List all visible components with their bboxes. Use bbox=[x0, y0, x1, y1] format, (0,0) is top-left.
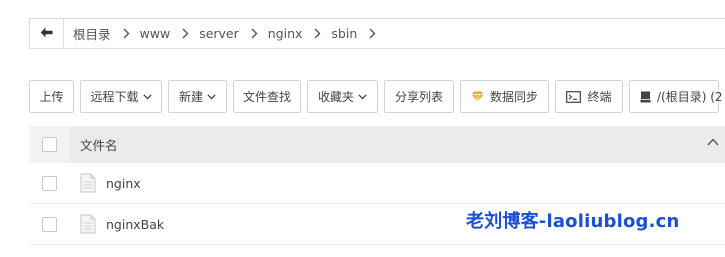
favorites-label: 收藏夹 bbox=[317, 90, 354, 104]
terminal-label: 终端 bbox=[587, 90, 612, 104]
file-search-label: 文件查找 bbox=[242, 90, 291, 104]
chevron-down-icon bbox=[207, 93, 216, 100]
toolbar: 上传 远程下载 新建 文件查找 收藏夹 分享列表 数据同步 终端 /(根目录) … bbox=[29, 80, 723, 113]
row-checkbox[interactable] bbox=[42, 216, 57, 232]
upload-button[interactable]: 上传 bbox=[29, 80, 74, 113]
chevron-right-icon bbox=[251, 28, 258, 39]
favorites-button[interactable]: 收藏夹 bbox=[307, 80, 378, 113]
breadcrumb-label: www bbox=[139, 26, 171, 41]
row-checkbox[interactable] bbox=[42, 175, 57, 191]
terminal-button[interactable]: 终端 bbox=[555, 80, 623, 113]
chevron-right-icon bbox=[123, 28, 130, 39]
chevron-up-icon[interactable] bbox=[707, 138, 719, 146]
chevron-right-icon bbox=[369, 28, 376, 39]
chevron-right-icon bbox=[314, 28, 321, 39]
breadcrumb-label: nginx bbox=[267, 26, 303, 41]
disk-label: /(根目录) (2 bbox=[657, 90, 723, 104]
table-row[interactable]: nginx bbox=[29, 163, 725, 204]
breadcrumb-bar: 根目录 www server nginx sbin bbox=[29, 18, 725, 49]
share-list-label: 分享列表 bbox=[394, 90, 443, 104]
select-all-cell bbox=[29, 126, 70, 163]
breadcrumb-item-root[interactable]: 根目录 bbox=[73, 24, 140, 43]
share-list-button[interactable]: 分享列表 bbox=[384, 80, 454, 113]
chevron-right-icon bbox=[182, 28, 189, 39]
breadcrumb-label: sbin bbox=[331, 26, 358, 41]
breadcrumb-item-sbin[interactable]: sbin bbox=[331, 26, 386, 41]
column-header-name[interactable]: 文件名 bbox=[70, 135, 118, 154]
new-button[interactable]: 新建 bbox=[168, 80, 227, 113]
row-checkbox-cell bbox=[29, 163, 70, 203]
data-sync-button[interactable]: 数据同步 bbox=[460, 80, 549, 113]
select-all-checkbox[interactable] bbox=[42, 137, 57, 152]
file-name[interactable]: nginxBak bbox=[106, 217, 164, 232]
breadcrumb-item-server[interactable]: server bbox=[199, 26, 268, 41]
arrow-left-icon bbox=[40, 27, 53, 41]
file-name[interactable]: nginx bbox=[106, 176, 141, 191]
upload-label: 上传 bbox=[39, 90, 64, 104]
column-header-label: 文件名 bbox=[80, 138, 118, 153]
new-label: 新建 bbox=[178, 90, 203, 104]
file-icon bbox=[80, 173, 96, 193]
table-header: 文件名 bbox=[29, 126, 725, 163]
file-icon bbox=[80, 214, 96, 234]
breadcrumb-label: 根目录 bbox=[73, 27, 111, 42]
back-button[interactable] bbox=[30, 19, 64, 48]
data-sync-label: 数据同步 bbox=[489, 90, 538, 104]
row-checkbox-cell bbox=[29, 204, 70, 244]
remote-download-button[interactable]: 远程下载 bbox=[80, 80, 162, 113]
breadcrumb-item-www[interactable]: www bbox=[140, 26, 200, 41]
file-search-button[interactable]: 文件查找 bbox=[233, 80, 301, 113]
chevron-down-icon bbox=[142, 93, 152, 100]
watermark-text: 老刘博客-laoliublog.cn bbox=[466, 211, 680, 232]
header-name-bg bbox=[70, 126, 725, 163]
breadcrumb-label: server bbox=[199, 26, 239, 41]
disk-button[interactable]: /(根目录) (2 bbox=[629, 80, 723, 113]
breadcrumb-item-nginx[interactable]: nginx bbox=[268, 26, 332, 41]
chevron-down-icon bbox=[358, 93, 367, 100]
breadcrumb: 根目录 www server nginx sbin bbox=[64, 24, 386, 43]
terminal-icon bbox=[566, 90, 582, 103]
diamond-icon bbox=[471, 91, 484, 102]
disk-icon bbox=[640, 91, 651, 103]
remote-download-label: 远程下载 bbox=[90, 90, 139, 104]
